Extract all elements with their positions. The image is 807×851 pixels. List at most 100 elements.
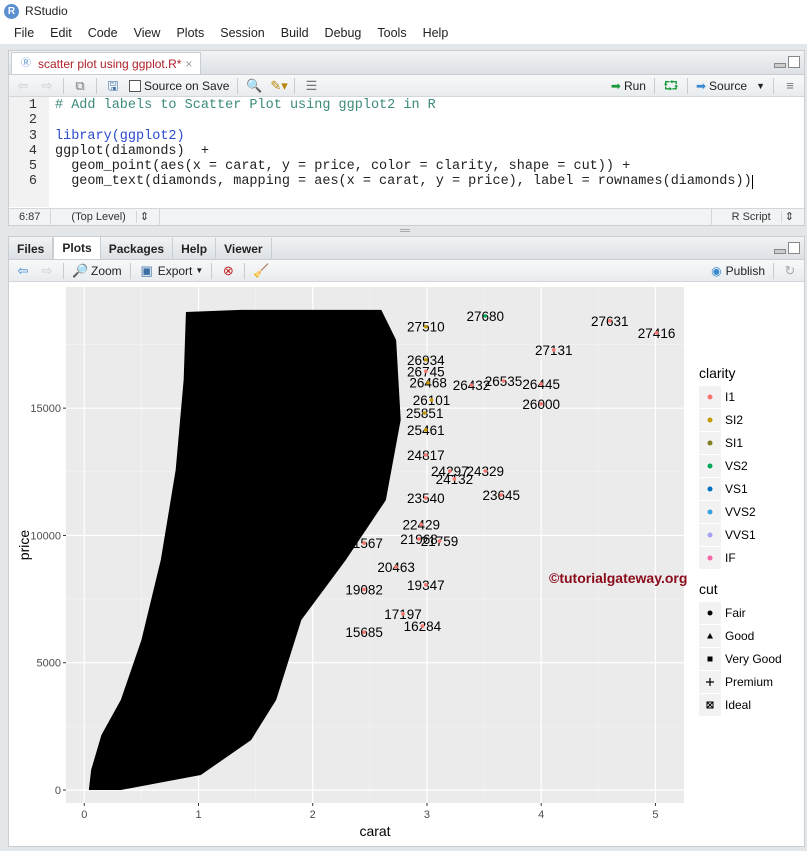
zoom-button[interactable]: 🔎Zoom bbox=[72, 263, 122, 279]
code-line[interactable]: 5 geom_point(aes(x = carat, y = price, c… bbox=[9, 159, 804, 174]
code-line[interactable]: 1# Add labels to Scatter Plot using ggpl… bbox=[9, 98, 804, 113]
menu-edit[interactable]: Edit bbox=[42, 26, 80, 40]
data-point bbox=[552, 348, 556, 352]
watermark-text: ©tutorialgateway.org bbox=[549, 570, 687, 586]
menu-tools[interactable]: Tools bbox=[369, 26, 414, 40]
search-icon[interactable]: 🔍 bbox=[246, 78, 262, 94]
source-button[interactable]: ➡Source▼ bbox=[696, 79, 765, 93]
legend-color-dot bbox=[708, 510, 713, 515]
code-editor[interactable]: 1# Add labels to Scatter Plot using ggpl… bbox=[9, 97, 804, 207]
next-plot-icon[interactable]: ⇨ bbox=[39, 263, 55, 279]
data-point bbox=[499, 493, 503, 497]
forward-icon[interactable]: ⇨ bbox=[39, 78, 55, 94]
tab-plots[interactable]: Plots bbox=[53, 236, 100, 259]
maximize-pane-button[interactable] bbox=[788, 242, 800, 254]
show-in-window-icon[interactable]: ⧉ bbox=[72, 78, 88, 94]
maximize-pane-button[interactable] bbox=[788, 56, 800, 68]
minimize-pane-button[interactable] bbox=[774, 63, 786, 68]
filetype-selector[interactable]: R Script ⇕ bbox=[711, 209, 804, 226]
tab-files[interactable]: Files bbox=[9, 238, 53, 259]
line-number: 2 bbox=[9, 113, 37, 128]
tab-help[interactable]: Help bbox=[173, 238, 216, 259]
menu-view[interactable]: View bbox=[126, 26, 169, 40]
rerun-icon[interactable]: ⮔ bbox=[663, 78, 679, 94]
menu-debug[interactable]: Debug bbox=[317, 26, 370, 40]
data-point bbox=[483, 314, 487, 318]
line-number: 4 bbox=[9, 144, 37, 159]
tab-packages[interactable]: Packages bbox=[101, 238, 173, 259]
title-bar: R RStudio bbox=[0, 0, 807, 22]
scatter-plot: 0123450500010000150002768027631274162713… bbox=[9, 283, 806, 848]
x-axis-title: carat bbox=[359, 823, 390, 839]
legend-label: SI1 bbox=[725, 436, 743, 450]
remove-plot-icon[interactable]: ⊗ bbox=[220, 263, 236, 279]
data-point bbox=[430, 398, 434, 402]
save-icon[interactable]: 🖫 bbox=[105, 78, 121, 94]
x-tick-label: 0 bbox=[81, 809, 87, 821]
publish-label: Publish bbox=[726, 264, 765, 278]
refresh-icon[interactable]: ↻ bbox=[782, 263, 798, 279]
legend-label: VS1 bbox=[725, 482, 748, 496]
plot-area: 0123450500010000150002768027631274162713… bbox=[9, 283, 804, 846]
menu-build[interactable]: Build bbox=[273, 26, 317, 40]
close-tab-icon[interactable]: × bbox=[185, 57, 192, 71]
data-point bbox=[424, 325, 428, 329]
data-point bbox=[423, 411, 427, 415]
outline-icon[interactable]: ≡ bbox=[782, 78, 798, 94]
editor-tab[interactable]: Ⓡ scatter plot using ggplot.R* × bbox=[11, 52, 201, 74]
run-arrow-icon: ➡ bbox=[611, 79, 621, 93]
compile-report-icon[interactable]: ☰ bbox=[303, 78, 319, 94]
scope-selector[interactable]: (Top Level) ⇕ bbox=[51, 209, 160, 226]
legend-title: clarity bbox=[699, 365, 736, 381]
menu-session[interactable]: Session bbox=[212, 26, 272, 40]
menu-file[interactable]: File bbox=[6, 26, 42, 40]
data-point bbox=[483, 469, 487, 473]
legend-label: Ideal bbox=[725, 698, 751, 712]
clear-all-broom-icon[interactable]: 🧹 bbox=[253, 263, 269, 279]
data-point bbox=[424, 428, 428, 432]
window-title: RStudio bbox=[25, 4, 68, 18]
previous-plot-icon[interactable]: ⇦ bbox=[15, 263, 31, 279]
x-tick-label: 3 bbox=[424, 809, 430, 821]
pane-splitter[interactable] bbox=[400, 229, 410, 232]
magic-wand-icon[interactable]: ✎▾ bbox=[270, 78, 286, 94]
menu-plots[interactable]: Plots bbox=[168, 26, 212, 40]
legend-label: Very Good bbox=[725, 652, 782, 666]
export-button[interactable]: ▣Export▼ bbox=[139, 263, 204, 279]
chevron-down-icon[interactable]: ▼ bbox=[756, 81, 765, 91]
source-on-save-label: Source on Save bbox=[144, 79, 229, 93]
y-axis-title: price bbox=[16, 530, 32, 561]
legend-label: Good bbox=[725, 629, 754, 643]
code-line[interactable]: 2 bbox=[9, 113, 804, 128]
zoom-icon: 🔎 bbox=[72, 263, 88, 279]
code-line[interactable]: 6 geom_text(diamonds, mapping = aes(x = … bbox=[9, 174, 804, 189]
editor-status-bar: 6:87 (Top Level) ⇕ R Script ⇕ bbox=[9, 208, 804, 225]
export-icon: ▣ bbox=[139, 263, 155, 279]
y-tick-label: 5000 bbox=[37, 658, 61, 670]
source-on-save-checkbox[interactable]: Source on Save bbox=[129, 79, 229, 93]
menu-code[interactable]: Code bbox=[80, 26, 126, 40]
data-point bbox=[424, 453, 428, 457]
minimize-pane-button[interactable] bbox=[774, 249, 786, 254]
source-arrow-icon: ➡ bbox=[696, 79, 706, 93]
tab-viewer[interactable]: Viewer bbox=[216, 238, 271, 259]
run-button[interactable]: ➡Run bbox=[611, 79, 646, 93]
rstudio-logo-icon: R bbox=[4, 4, 19, 19]
code-line[interactable]: 3library(ggplot2) bbox=[9, 129, 804, 144]
back-icon[interactable]: ⇦ bbox=[15, 78, 31, 94]
publish-button[interactable]: ◉Publish bbox=[711, 264, 765, 278]
menu-help[interactable]: Help bbox=[415, 26, 457, 40]
data-point bbox=[362, 541, 366, 545]
data-point bbox=[453, 477, 457, 481]
cursor-position: 6:87 bbox=[9, 209, 51, 226]
line-number: 6 bbox=[9, 174, 37, 189]
data-point bbox=[438, 539, 442, 543]
legend-color-dot bbox=[708, 556, 713, 561]
x-tick-label: 4 bbox=[538, 809, 544, 821]
code-text: geom_point(aes(x = carat, y = price, col… bbox=[55, 159, 630, 174]
code-text: ggplot(diamonds) + bbox=[55, 144, 209, 159]
plots-pane: FilesPlotsPackagesHelpViewer ⇦ ⇨ 🔎Zoom ▣… bbox=[8, 236, 805, 847]
legend-color-dot bbox=[708, 487, 713, 492]
data-point bbox=[426, 381, 430, 385]
code-line[interactable]: 4 ggplot(diamonds) + bbox=[9, 144, 804, 159]
